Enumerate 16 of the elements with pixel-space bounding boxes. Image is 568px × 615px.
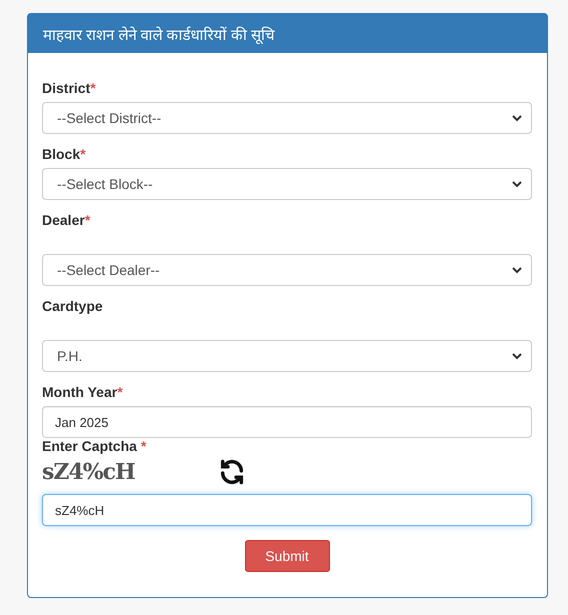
field-label: Block*: [42, 146, 86, 162]
panel-title: माहवार राशन लेने वाले कार्डधारियों की सूचि: [28, 14, 547, 53]
select-dropdown[interactable]: P.H.: [42, 340, 532, 372]
captcha-image: sZ4%cH: [42, 459, 136, 485]
select-dropdown[interactable]: --Select District--: [42, 102, 532, 134]
field-label: Dealer*: [42, 212, 90, 228]
refresh-icon[interactable]: [218, 458, 246, 486]
field-label: Month Year*: [42, 384, 123, 400]
captcha-input[interactable]: sZ4%cH: [42, 494, 532, 526]
field-label: Cardtype: [42, 298, 103, 314]
field-label: District*: [42, 80, 96, 96]
select-dropdown[interactable]: --Select Block--: [42, 168, 532, 200]
select-dropdown[interactable]: --Select Dealer--: [42, 254, 532, 286]
input-field[interactable]: Jan 2025: [42, 406, 532, 438]
field-label: Enter Captcha *: [42, 438, 146, 454]
submit-button[interactable]: Submit: [244, 540, 330, 572]
